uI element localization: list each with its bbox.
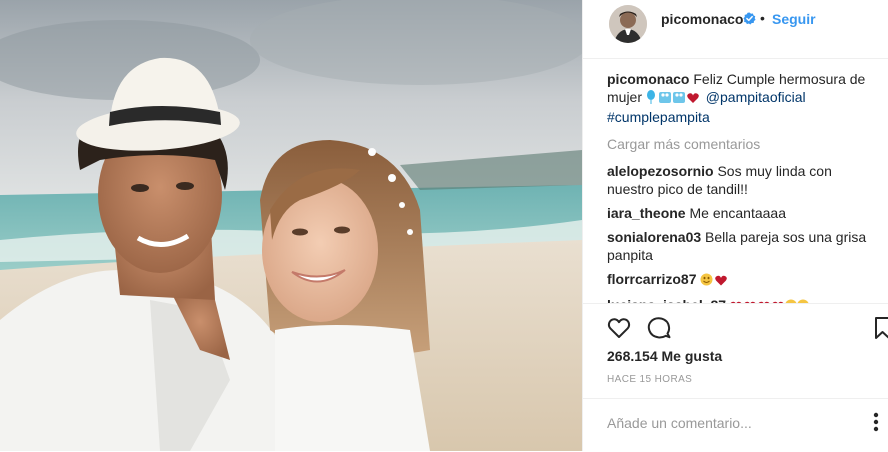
smile-heart-emoji-icon [700,273,728,286]
comment-item: luciana_isabel_87 [607,296,877,303]
comment-item: alelopezosornio Sos muy linda con nuestr… [607,162,877,198]
action-bar [583,303,888,352]
bookmark-icon[interactable] [873,316,888,340]
follow-button[interactable]: Seguir [772,11,816,27]
verified-badge-icon [743,12,756,25]
comment-item: sonialorena03 Bella pareja sos una grisa… [607,228,877,264]
comment-item: florrcarrizo87 [607,270,877,290]
load-more-comments-button[interactable]: Cargar más comentarios [607,135,877,153]
post-header: picomonaco • Seguir [583,0,888,59]
comment-item: iara_theone Me encantaaaa [607,204,877,222]
avatar-image [609,5,647,43]
comment-username[interactable]: iara_theone [607,205,686,221]
post-sidebar: picomonaco • Seguir picomonaco Feliz Cum… [582,0,888,451]
header-username[interactable]: picomonaco [661,11,743,27]
more-dots-icon[interactable] [873,411,879,433]
post-photo[interactable] [0,0,582,451]
comment-username[interactable]: sonialorena03 [607,229,701,245]
comment-username[interactable]: florrcarrizo87 [607,271,696,287]
caption: picomonaco Feliz Cumple hermosura de muj… [607,70,877,126]
hashtag-link[interactable]: #cumplepampita [607,109,710,125]
speech-bubble-icon[interactable] [647,316,671,340]
emoji-balloon-couple-heart-icon [646,90,699,104]
add-comment-input[interactable] [607,412,847,434]
mention-link[interactable]: @pampitaoficial [706,89,806,105]
add-comment-section [583,398,888,452]
emoji-smile-heart [700,272,728,290]
likes-count[interactable]: 268.154 Me gusta [607,348,722,364]
avatar[interactable] [609,5,647,43]
heart-outline-icon[interactable] [607,316,631,340]
comment-username[interactable]: alelopezosornio [607,163,714,179]
comments-list[interactable]: picomonaco Feliz Cumple hermosura de muj… [607,70,877,303]
caption-username[interactable]: picomonaco [607,71,689,87]
post-timestamp[interactable]: HACE 15 HORAS [607,374,692,385]
beach-selfie-image [0,0,582,451]
comment-text: Me encantaaaa [689,205,787,221]
header-separator: • [760,10,765,26]
instagram-post: picomonaco • Seguir picomonaco Feliz Cum… [0,0,888,451]
emoji-group [646,90,702,108]
